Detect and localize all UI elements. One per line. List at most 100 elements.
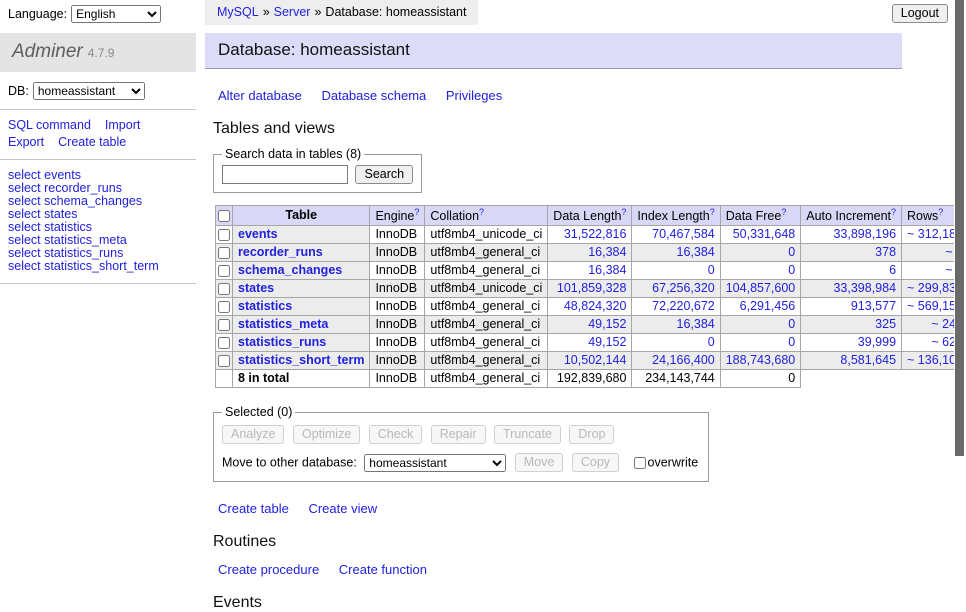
move-button[interactable]: Move: [515, 453, 564, 472]
auto-increment-link[interactable]: 33,398,984: [833, 281, 896, 295]
row-checkbox[interactable]: [218, 355, 230, 367]
sidebar-create-table-link[interactable]: Create table: [58, 135, 126, 149]
logout-button[interactable]: Logout: [892, 4, 948, 23]
index-length-link[interactable]: 67,256,320: [652, 281, 715, 295]
table-link-states[interactable]: states: [238, 281, 274, 295]
data-free-link[interactable]: 104,857,600: [726, 281, 796, 295]
auto-increment-link[interactable]: 6: [889, 263, 896, 277]
breadcrumb-mysql-link[interactable]: MySQL: [217, 5, 259, 19]
index-length-link[interactable]: 0: [708, 335, 715, 349]
auto-increment-link[interactable]: 39,999: [858, 335, 896, 349]
data-free-link[interactable]: 50,331,648: [733, 227, 796, 241]
help-link[interactable]: ?: [710, 207, 715, 217]
move-db-select[interactable]: homeassistant: [364, 454, 506, 472]
engine-cell: InnoDB: [370, 316, 425, 334]
sidebar-select-statistics-short-term-link[interactable]: select statistics_short_term: [8, 260, 188, 273]
row-checkbox[interactable]: [218, 319, 230, 331]
auto-increment-link[interactable]: 8,581,645: [840, 353, 896, 367]
data-length-link[interactable]: 48,824,320: [564, 299, 627, 313]
engine-cell: InnoDB: [370, 352, 425, 370]
help-link[interactable]: ?: [938, 207, 943, 217]
sidebar-export-link[interactable]: Export: [8, 135, 44, 149]
auto-increment-link[interactable]: 913,577: [851, 299, 896, 313]
index-length-link[interactable]: 0: [708, 263, 715, 277]
create-table-link[interactable]: Create table: [218, 501, 289, 516]
data-free-cell: 188,743,680: [720, 352, 801, 370]
engine-cell: InnoDB: [370, 262, 425, 280]
help-link[interactable]: ?: [414, 207, 419, 217]
help-link[interactable]: ?: [479, 207, 484, 217]
create-procedure-link[interactable]: Create procedure: [218, 562, 319, 577]
auto-increment-link[interactable]: 33,898,196: [833, 227, 896, 241]
create-view-link[interactable]: Create view: [308, 501, 377, 516]
truncate-button[interactable]: Truncate: [494, 425, 561, 444]
row-checkbox[interactable]: [218, 229, 230, 241]
data-free-link[interactable]: 6,291,456: [740, 299, 796, 313]
breadcrumb-server-link[interactable]: Server: [274, 5, 311, 19]
table-link-schema-changes[interactable]: schema_changes: [238, 263, 342, 277]
check-button[interactable]: Check: [369, 425, 422, 444]
auto-increment-cell: 913,577: [801, 298, 902, 316]
vertical-scrollbar-thumb[interactable]: [955, 0, 964, 456]
table-link-statistics[interactable]: statistics: [238, 299, 292, 313]
table-link-statistics-meta[interactable]: statistics_meta: [238, 317, 328, 331]
data-free-link[interactable]: 0: [788, 245, 795, 259]
app-name: Adminer: [12, 41, 83, 62]
overwrite-checkbox[interactable]: [634, 457, 646, 469]
table-link-recorder-runs[interactable]: recorder_runs: [238, 245, 323, 259]
row-checkbox[interactable]: [218, 301, 230, 313]
auto-increment-link[interactable]: 325: [875, 317, 896, 331]
data-length-link[interactable]: 31,522,816: [564, 227, 627, 241]
sidebar-import-link[interactable]: Import: [105, 118, 140, 132]
sidebar-sql-command-link[interactable]: SQL command: [8, 118, 91, 132]
optimize-button[interactable]: Optimize: [293, 425, 360, 444]
row-checkbox[interactable]: [218, 337, 230, 349]
search-input[interactable]: [222, 165, 348, 184]
vertical-scrollbar-track[interactable]: [954, 0, 966, 543]
data-free-link[interactable]: 0: [788, 263, 795, 277]
data-length-link[interactable]: 16,384: [588, 245, 626, 259]
search-button[interactable]: Search: [355, 165, 413, 184]
create-function-link[interactable]: Create function: [339, 562, 427, 577]
data-free-link[interactable]: 188,743,680: [726, 353, 796, 367]
data-length-link[interactable]: 49,152: [588, 335, 626, 349]
copy-button[interactable]: Copy: [572, 453, 619, 472]
row-checkbox[interactable]: [218, 283, 230, 295]
index-length-link[interactable]: 24,166,400: [652, 353, 715, 367]
help-link[interactable]: ?: [621, 207, 626, 217]
drop-button[interactable]: Drop: [569, 425, 614, 444]
engine-cell: InnoDB: [370, 280, 425, 298]
row-checkbox[interactable]: [218, 247, 230, 259]
data-free-cell: 0: [720, 334, 801, 352]
privileges-link[interactable]: Privileges: [446, 88, 502, 103]
data-free-link[interactable]: 0: [788, 317, 795, 331]
language-select[interactable]: English: [71, 5, 161, 23]
table-link-events[interactable]: events: [238, 227, 278, 241]
index-length-cell: 24,166,400: [632, 352, 720, 370]
alter-database-link[interactable]: Alter database: [218, 88, 302, 103]
row-checkbox[interactable]: [218, 265, 230, 277]
help-link[interactable]: ?: [891, 207, 896, 217]
auto-increment-link[interactable]: 378: [875, 245, 896, 259]
col-header-label: Auto Increment: [806, 209, 891, 223]
table-link-statistics-runs[interactable]: statistics_runs: [238, 335, 326, 349]
analyze-button[interactable]: Analyze: [222, 425, 284, 444]
index-length-link[interactable]: 16,384: [677, 245, 715, 259]
data-length-link[interactable]: 10,502,144: [564, 353, 627, 367]
help-link[interactable]: ?: [781, 207, 786, 217]
language-label: Language:: [8, 7, 67, 21]
data-length-link[interactable]: 16,384: [588, 263, 626, 277]
index-length-link[interactable]: 72,220,672: [652, 299, 715, 313]
table-link-statistics-short-term[interactable]: statistics_short_term: [238, 353, 364, 367]
sidebar: Adminer4.7.9 DB:homeassistant SQL comman…: [0, 33, 196, 284]
repair-button[interactable]: Repair: [431, 425, 486, 444]
data-length-link[interactable]: 101,859,328: [557, 281, 627, 295]
select-all-checkbox[interactable]: [218, 210, 230, 222]
index-length-link[interactable]: 16,384: [677, 317, 715, 331]
db-select[interactable]: homeassistant: [33, 82, 145, 100]
data-free-link[interactable]: 0: [788, 335, 795, 349]
data-length-link[interactable]: 49,152: [588, 317, 626, 331]
auto-increment-cell: 39,999: [801, 334, 902, 352]
database-schema-link[interactable]: Database schema: [321, 88, 426, 103]
index-length-link[interactable]: 70,467,584: [652, 227, 715, 241]
